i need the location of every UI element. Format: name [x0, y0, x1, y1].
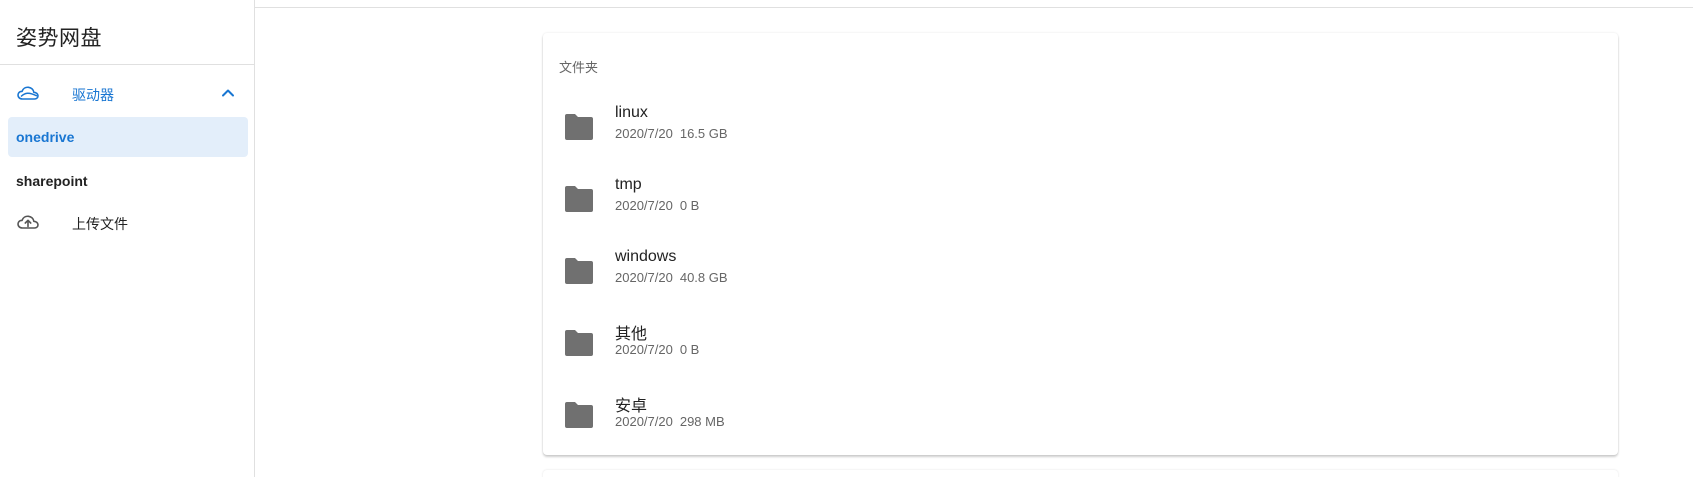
- file-list-card: [543, 470, 1618, 477]
- cloud-upload-icon: [16, 210, 40, 232]
- sidebar: 姿势网盘 驱动器 onedrive sharepoint 上传文件: [0, 0, 255, 477]
- folder-size: 40.8 GB: [679, 270, 728, 285]
- folder-name: 其他: [615, 326, 648, 343]
- folder-name: tmp: [615, 176, 642, 193]
- sidebar-item-sharepoint[interactable]: sharepoint: [8, 161, 248, 201]
- folder-size: 298 MB: [679, 414, 725, 429]
- folder-meta: 2020/7/20 0 B: [615, 198, 699, 213]
- chevron-up-icon[interactable]: [218, 83, 238, 103]
- sidebar-item-onedrive[interactable]: onedrive: [8, 117, 248, 157]
- sidebar-item-label: onedrive: [16, 129, 75, 145]
- folder-icon: [563, 185, 595, 213]
- folder-item[interactable]: 安卓 2020/7/20 298 MB: [543, 379, 1618, 451]
- folder-size: 0 B: [679, 342, 700, 357]
- folder-meta: 2020/7/20 16.5 GB: [615, 126, 728, 141]
- folder-list-card: 文件夹 linux 2020/7/20 16.5 GB tmp 2020/7/20…: [543, 33, 1618, 455]
- folder-item[interactable]: linux 2020/7/20 16.5 GB: [543, 91, 1618, 163]
- sidebar-item-label: sharepoint: [16, 173, 88, 189]
- folder-date: 2020/7/20: [615, 270, 673, 285]
- app-title: 姿势网盘: [16, 27, 102, 50]
- folder-meta: 2020/7/20 298 MB: [615, 414, 725, 429]
- folder-icon: [563, 329, 595, 357]
- cloud-icon: [16, 82, 40, 104]
- folder-meta: 2020/7/20 40.8 GB: [615, 270, 728, 285]
- app-root: 姿势网盘 驱动器 onedrive sharepoint 上传文件 文件夹 li…: [0, 0, 1693, 477]
- section-title: 文件夹: [559, 60, 599, 75]
- folder-date: 2020/7/20: [615, 126, 673, 141]
- sidebar-divider: [0, 64, 255, 65]
- folder-date: 2020/7/20: [615, 342, 673, 357]
- folder-item[interactable]: 其他 2020/7/20 0 B: [543, 307, 1618, 379]
- folder-date: 2020/7/20: [615, 198, 673, 213]
- folder-item[interactable]: tmp 2020/7/20 0 B: [543, 163, 1618, 235]
- folder-date: 2020/7/20: [615, 414, 673, 429]
- folder-name: linux: [615, 104, 648, 121]
- folder-icon: [563, 257, 595, 285]
- folder-icon: [563, 401, 595, 429]
- sidebar-group-drives[interactable]: 驱动器: [0, 76, 255, 110]
- folder-item[interactable]: windows 2020/7/20 40.8 GB: [543, 235, 1618, 307]
- folder-name: windows: [615, 248, 677, 265]
- sidebar-item-label: 上传文件: [72, 216, 128, 232]
- folder-meta: 2020/7/20 0 B: [615, 342, 699, 357]
- folder-size: 0 B: [679, 198, 700, 213]
- sidebar-item-upload[interactable]: 上传文件: [0, 207, 255, 237]
- folder-icon: [563, 113, 595, 141]
- folder-size: 16.5 GB: [679, 126, 728, 141]
- sidebar-group-label: 驱动器: [72, 87, 114, 103]
- folder-name: 安卓: [615, 398, 648, 415]
